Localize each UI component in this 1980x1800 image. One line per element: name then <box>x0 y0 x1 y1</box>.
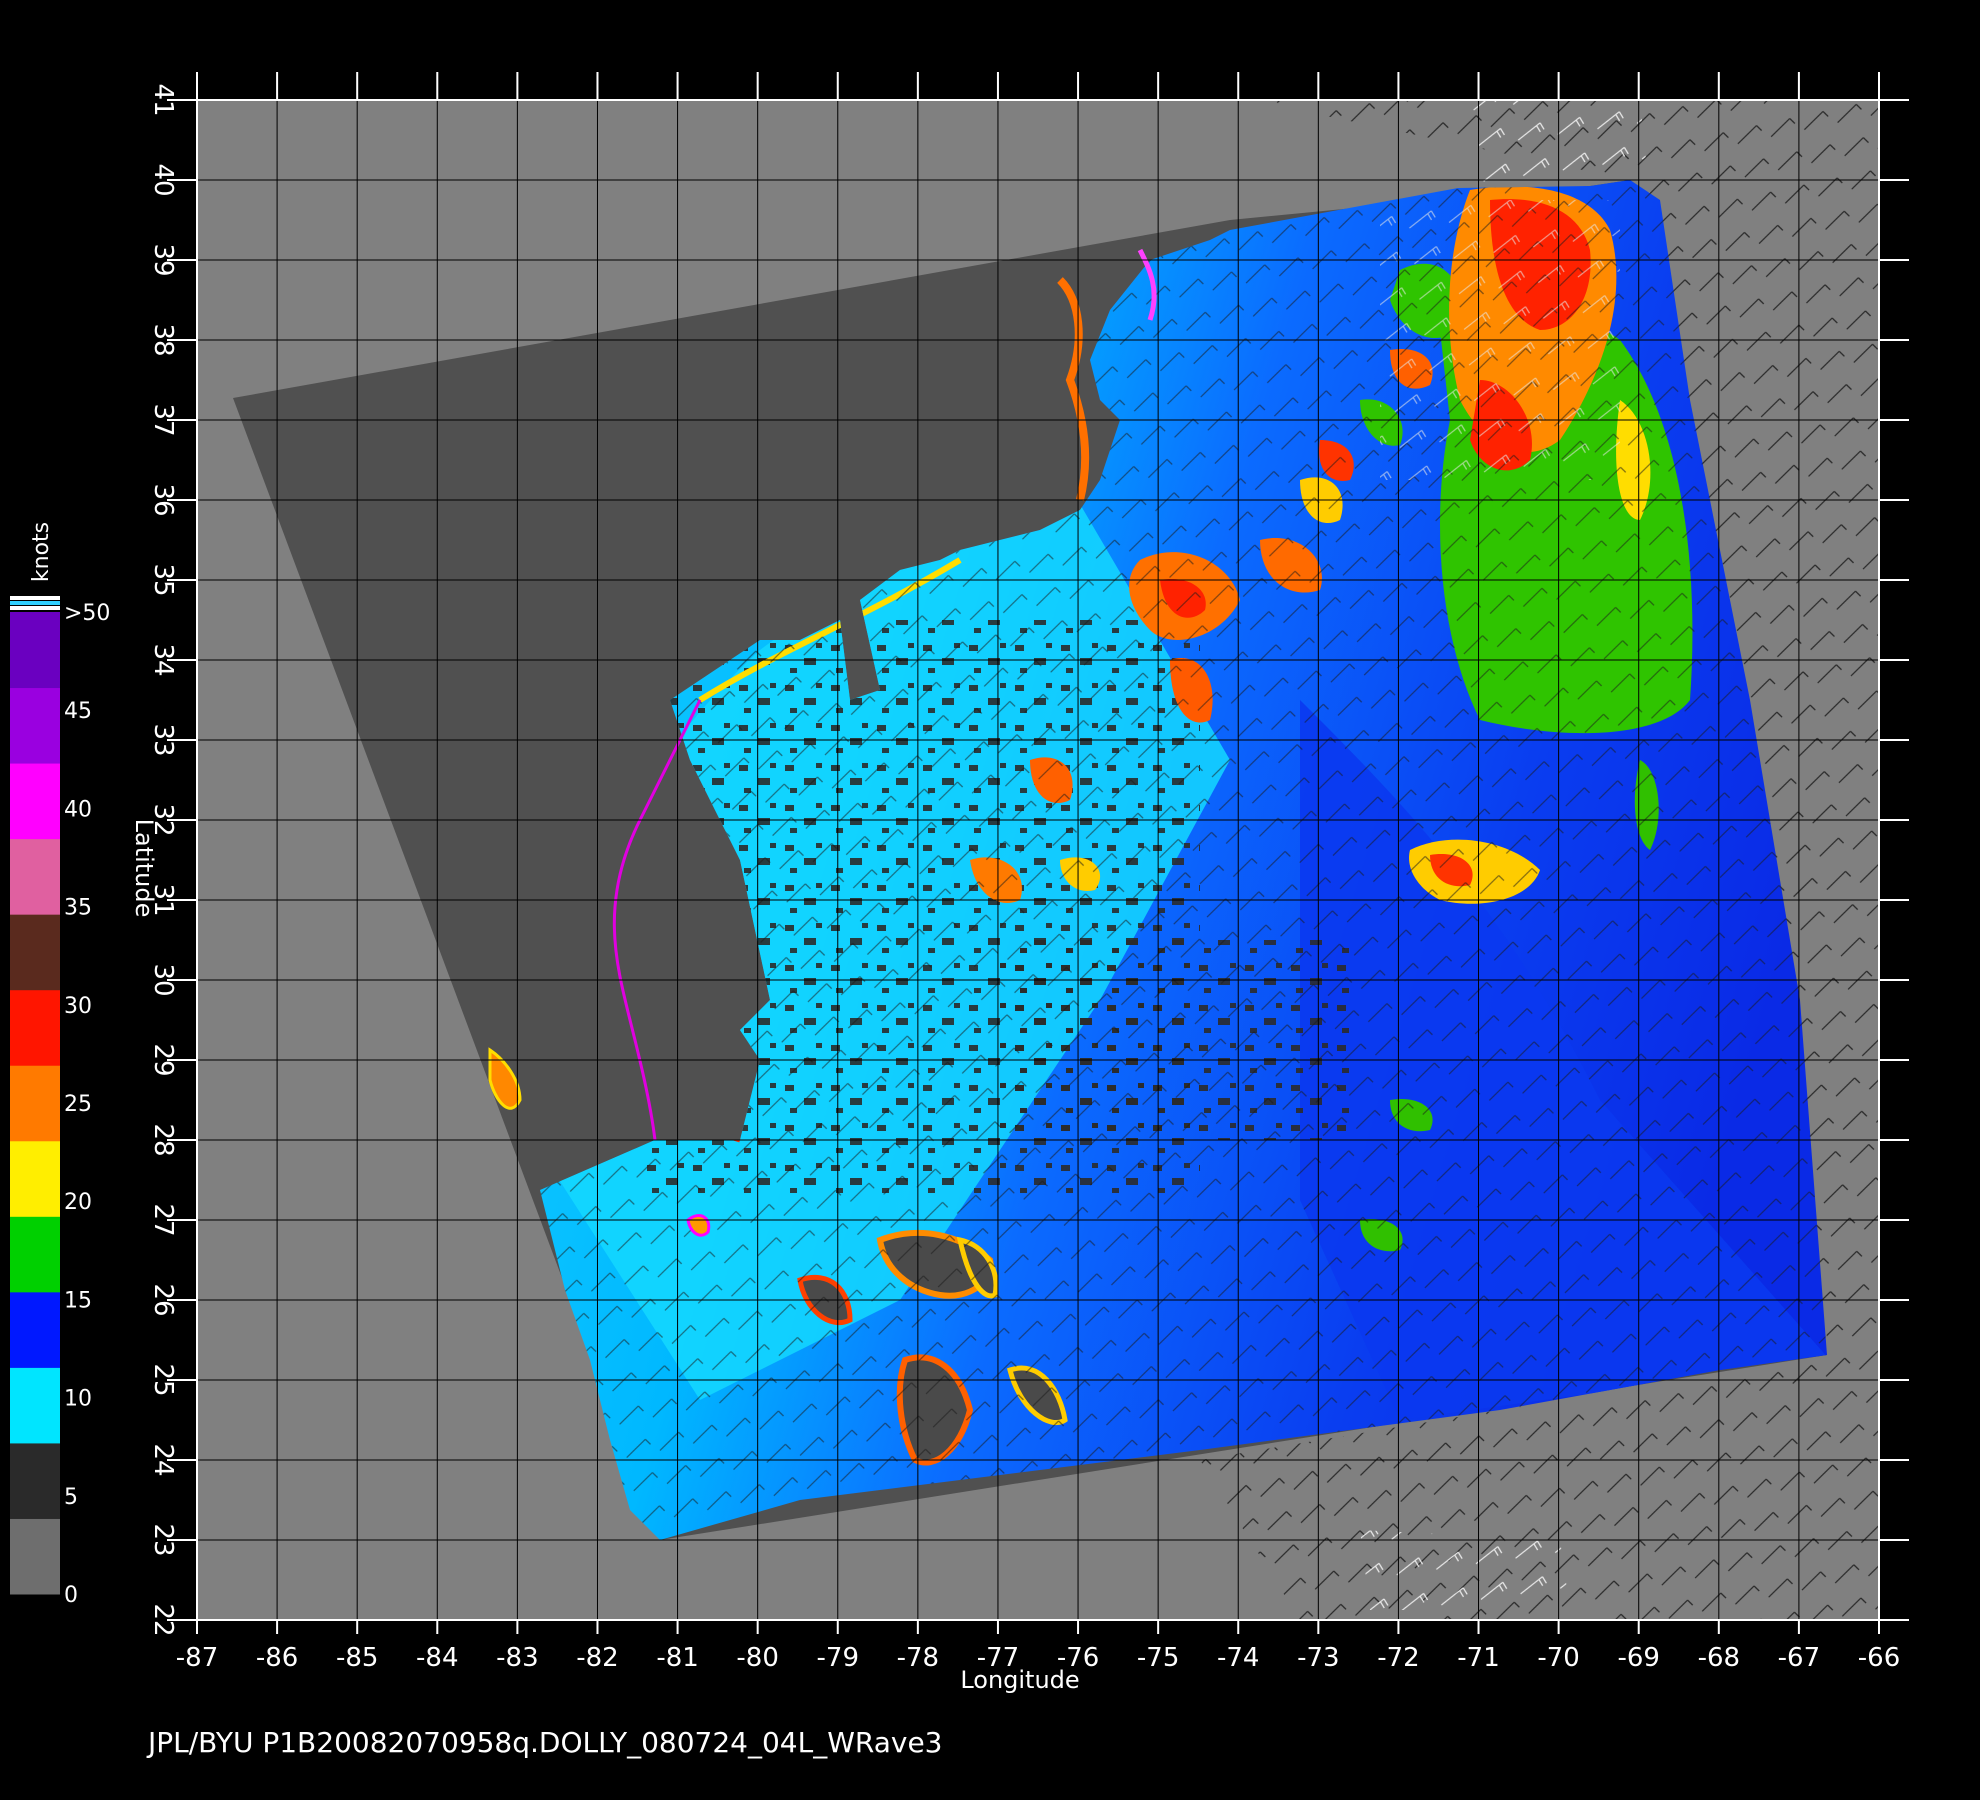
legend-band <box>10 1216 60 1293</box>
legend-band <box>10 687 60 764</box>
x-tick-label: -70 <box>1537 1643 1579 1673</box>
legend-label: 30 <box>64 994 92 1019</box>
legend-label: 5 <box>64 1485 78 1510</box>
y-tick-label: 36 <box>148 483 178 516</box>
wind-barbs-south-white <box>1360 1530 1570 1610</box>
x-tick-label: -67 <box>1778 1643 1820 1673</box>
x-tick-label: -66 <box>1858 1643 1900 1673</box>
legend-band <box>10 914 60 991</box>
x-tick-label: -82 <box>576 1643 618 1673</box>
legend-label: 45 <box>64 699 92 724</box>
y-tick-label: 28 <box>148 1123 178 1156</box>
legend-band <box>10 1291 60 1368</box>
legend-label: 35 <box>64 896 92 921</box>
map-canvas: -87 -86 -85 -84 -83 -82 -81 -80 -79 -78 -77 -76 -75-… <box>10 72 1909 1759</box>
x-tick-label: -78 <box>897 1643 939 1673</box>
y-tick-label: 34 <box>148 643 178 676</box>
x-tick-label: -68 <box>1698 1643 1740 1673</box>
legend-label: 10 <box>64 1387 92 1412</box>
x-tick-label: -87 <box>176 1643 218 1673</box>
y-tick-label: 37 <box>148 403 178 436</box>
y-tick-label: 38 <box>148 323 178 356</box>
x-tick-label: -81 <box>656 1643 698 1673</box>
legend-title: knots <box>29 522 54 582</box>
legend-band <box>10 612 60 689</box>
x-tick-label: -69 <box>1617 1643 1659 1673</box>
x-tick-label: -80 <box>736 1643 778 1673</box>
y-tick-label: 23 <box>148 1523 178 1556</box>
x-tick-label: -73 <box>1297 1643 1339 1673</box>
x-axis-title: Longitude <box>960 1666 1079 1694</box>
x-tick-label: -85 <box>336 1643 378 1673</box>
x-tick-label: -86 <box>256 1643 298 1673</box>
legend-band <box>10 838 60 915</box>
legend-color-bands <box>10 612 60 1595</box>
y-tick-label: 22 <box>148 1603 178 1636</box>
legend-band <box>10 763 60 840</box>
x-tick-label: -71 <box>1457 1643 1499 1673</box>
legend-cap-cyan <box>10 601 60 605</box>
legend-label: 0 <box>64 1583 78 1608</box>
x-tick-label: -84 <box>416 1643 458 1673</box>
y-tick-label: 40 <box>148 163 178 196</box>
y-tick-label: 33 <box>148 723 178 756</box>
y-tick-label: 26 <box>148 1283 178 1316</box>
x-tick-label: -74 <box>1217 1643 1259 1673</box>
legend-label: >50 <box>64 601 110 626</box>
y-tick-label: 25 <box>148 1363 178 1396</box>
legend-band <box>10 1442 60 1519</box>
y-tick-label: 29 <box>148 1043 178 1076</box>
legend-label: 20 <box>64 1190 92 1215</box>
y-tick-label: 41 <box>148 83 178 116</box>
legend-band <box>10 1367 60 1444</box>
wind-speed-legend: knots 0 5 10 15 20 25 30 35 40 45 >50 <box>10 522 110 1608</box>
legend-band <box>10 1065 60 1142</box>
legend-cap-white-2 <box>10 606 60 610</box>
legend-label: 40 <box>64 797 92 822</box>
legend-band <box>10 989 60 1066</box>
x-tick-label: -83 <box>496 1643 538 1673</box>
y-tick-label: 24 <box>148 1443 178 1476</box>
legend-labels: 0 5 10 15 20 25 30 35 40 45 >50 <box>64 601 110 1608</box>
y-tick-label: 35 <box>148 563 178 596</box>
y-tick-label: 30 <box>148 963 178 996</box>
x-tick-label: -72 <box>1377 1643 1419 1673</box>
legend-band <box>10 1140 60 1217</box>
footer-caption: JPL/BYU P1B20082070958q.DOLLY_080724_04L… <box>146 1726 943 1759</box>
x-tick-label: -75 <box>1137 1643 1179 1673</box>
legend-label: 25 <box>64 1092 92 1117</box>
legend-cap-white <box>10 596 60 600</box>
legend-band <box>10 1518 60 1595</box>
y-axis-title: Latitude <box>130 819 158 918</box>
legend-label: 15 <box>64 1288 92 1313</box>
x-tick-label: -79 <box>817 1643 859 1673</box>
y-tick-label: 39 <box>148 243 178 276</box>
y-tick-label: 27 <box>148 1203 178 1236</box>
wind-map-figure: -87 -86 -85 -84 -83 -82 -81 -80 -79 -78 -77 -76 -75-… <box>0 0 1980 1800</box>
